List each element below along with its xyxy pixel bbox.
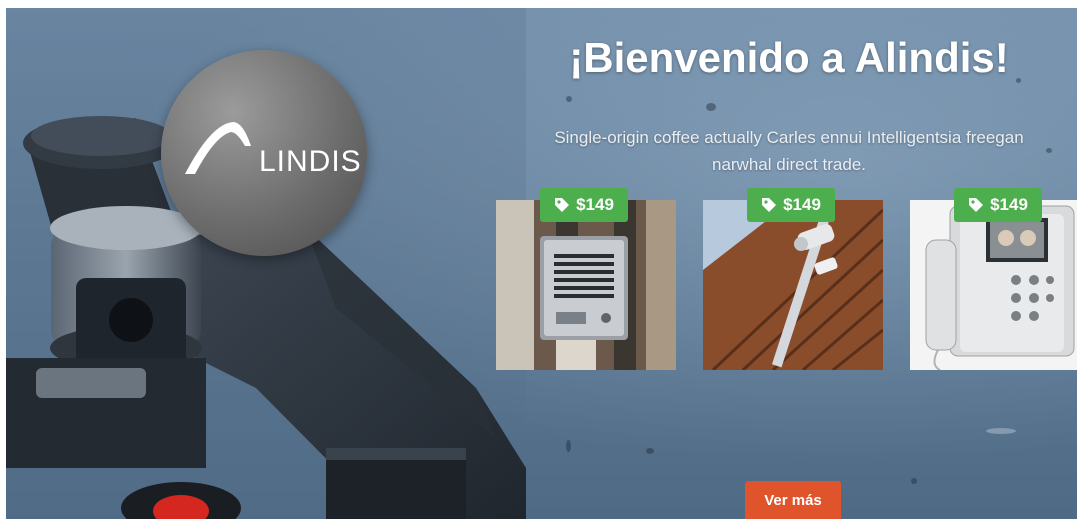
tag-icon — [555, 198, 570, 212]
product-card[interactable] — [703, 200, 885, 375]
price-badge[interactable]: $149 — [747, 188, 835, 222]
tag-icon — [762, 198, 777, 212]
price-badge[interactable]: $149 — [954, 188, 1042, 222]
tag-icon — [969, 198, 984, 212]
subtitle-line-1: Single-origin coffee actually Carles enn… — [554, 128, 1024, 147]
video-doorphone-image — [910, 200, 1077, 371]
outdoor-camera-image — [703, 200, 885, 372]
product-card[interactable] — [496, 200, 676, 375]
price-badge[interactable]: $149 — [540, 188, 628, 222]
price-label: $149 — [990, 195, 1028, 214]
page-title: ¡Bienvenido a Alindis! — [569, 34, 1009, 81]
logo-mark-icon — [185, 122, 251, 174]
subtitle-line-2: narwhal direct trade. — [711, 155, 867, 174]
see-more-button[interactable]: Ver más — [745, 481, 841, 519]
price-label: $149 — [576, 195, 614, 214]
logo-text: LINDIS — [259, 145, 362, 178]
product-card[interactable] — [910, 200, 1077, 375]
hero-subtitle: Single-origin coffee actually Carles enn… — [501, 124, 1077, 178]
hero-banner: LINDIS ¡Bienvenido a Alindis! Single-ori… — [6, 8, 1077, 519]
intercom-panel-image — [496, 200, 676, 370]
brand-logo[interactable]: LINDIS — [161, 50, 367, 256]
price-label: $149 — [783, 195, 821, 214]
